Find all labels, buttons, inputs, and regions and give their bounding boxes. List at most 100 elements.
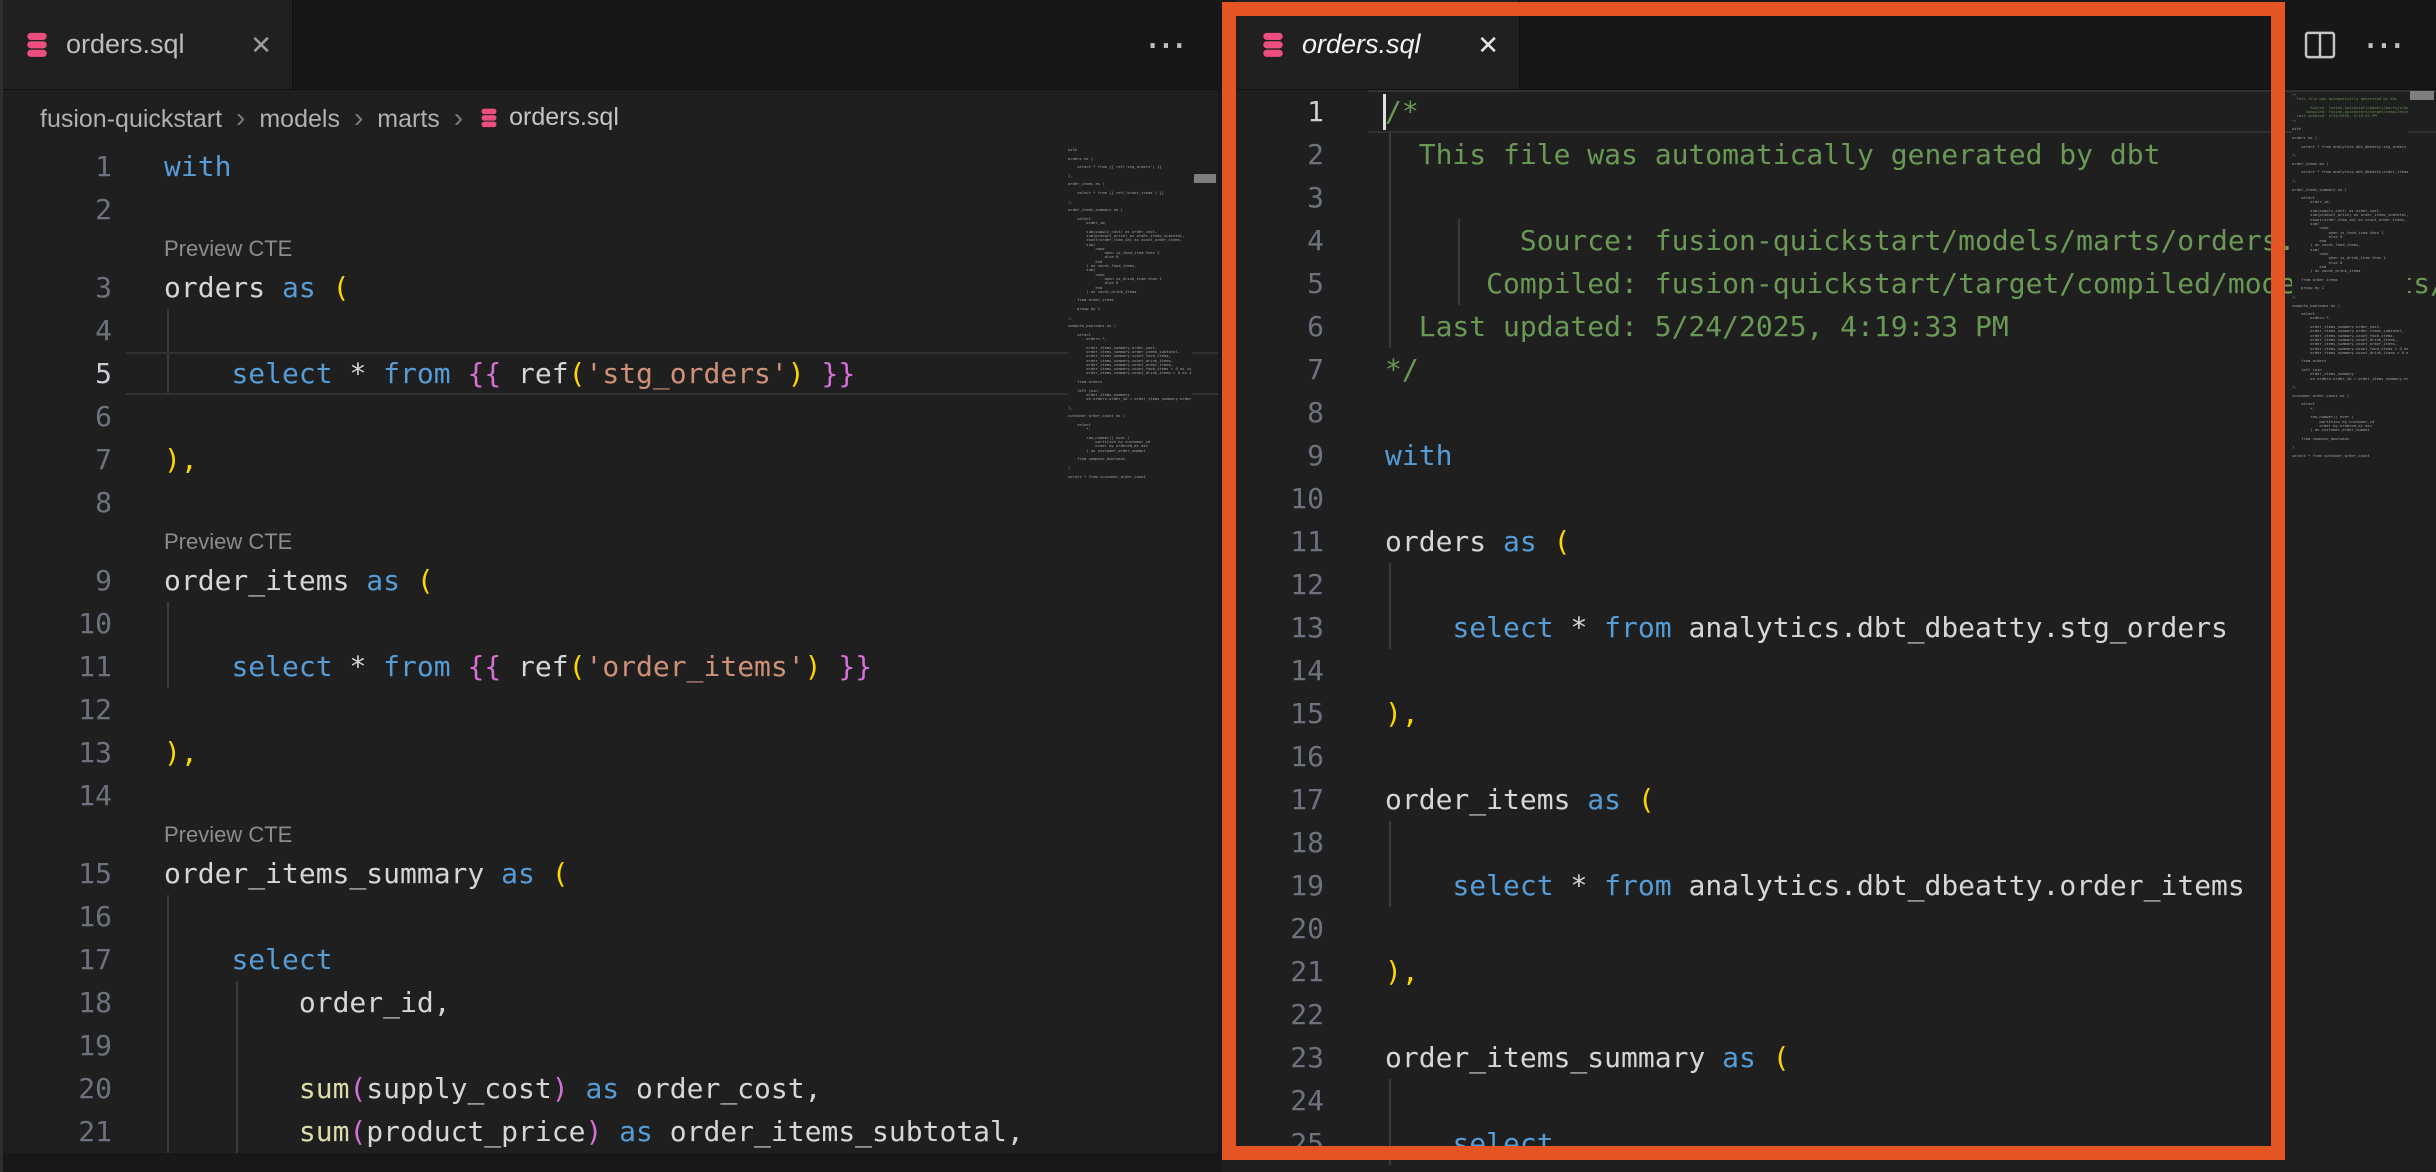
breadcrumb-item[interactable]: fusion-quickstart (40, 105, 222, 133)
code-line[interactable]: 15order_items_summary as ( (0, 852, 1218, 895)
line-number: 1 (0, 145, 112, 188)
tab-orders-sql-preview[interactable]: orders.sql ✕ (1236, 0, 1520, 89)
code-line[interactable]: 8 (0, 481, 1218, 524)
line-number: 11 (1222, 520, 1324, 563)
code-line[interactable]: 16 (0, 895, 1218, 938)
code-line[interactable]: 22 (1222, 993, 2436, 1036)
line-number: 18 (0, 981, 112, 1024)
code-line[interactable]: 1/* (1222, 90, 2436, 133)
code-line[interactable]: 2 (0, 188, 1218, 231)
code-line[interactable]: 19 select * from analytics.dbt_dbeatty.o… (1222, 864, 2436, 907)
code-line[interactable]: 11 select * from {{ ref('order_items') }… (0, 645, 1218, 688)
source-editor[interactable]: 1with2Preview CTE3orders as (45 select *… (0, 145, 1218, 1153)
breadcrumb-item[interactable]: models (259, 105, 340, 133)
code-line[interactable]: 20 (1222, 907, 2436, 950)
line-number: 12 (0, 688, 112, 731)
code-line[interactable]: 7), (0, 438, 1218, 481)
code-line[interactable]: 16 (1222, 735, 2436, 778)
code-line[interactable]: 14 (1222, 649, 2436, 692)
tab-orders-sql-source[interactable]: orders.sql ✕ (0, 0, 293, 89)
code-line[interactable]: 17 select (0, 938, 1218, 981)
breadcrumb-path[interactable]: fusion-quickstart›models›marts› (40, 102, 477, 134)
code-line[interactable]: 1 with (0, 145, 1218, 188)
code-line[interactable]: 3orders as ( (0, 266, 1218, 309)
breadcrumb-file[interactable]: orders.sql (509, 103, 619, 132)
line-number: 6 (0, 395, 112, 438)
line-number: 21 (1222, 950, 1324, 993)
code-text: order_items as ( (164, 559, 1218, 602)
code-line[interactable]: 23order_items_summary as ( (1222, 1036, 2436, 1079)
code-line[interactable]: 13), (0, 731, 1218, 774)
code-line[interactable]: 14 (0, 774, 1218, 817)
code-line[interactable]: 5 Compiled: fusion-quickstart/target/com… (1222, 262, 2436, 305)
code-line[interactable]: 25 select (1222, 1122, 2436, 1165)
line-number: 24 (1222, 1079, 1324, 1122)
code-line[interactable]: 12 (1222, 563, 2436, 606)
split-editor-icon[interactable] (2302, 27, 2338, 63)
line-number: 13 (1222, 606, 1324, 649)
code-text: sum(supply_cost) as order_cost, (164, 1067, 1218, 1110)
code-text: with (164, 145, 1218, 188)
overview-cursor-mark (2410, 91, 2434, 100)
code-line[interactable]: 18 (1222, 821, 2436, 864)
code-line[interactable]: 3 (1222, 176, 2436, 219)
code-text: */ (1385, 348, 2436, 391)
code-line[interactable]: 12 (0, 688, 1218, 731)
code-line[interactable]: 4 (0, 309, 1218, 352)
indent-guide (1458, 219, 1460, 262)
minimap[interactable]: /* This file was automatically generated… (2292, 93, 2408, 1172)
database-icon (24, 31, 50, 59)
editor-group-right: orders.sql ✕ ⋯ 1/*2 This file was automa… (1222, 0, 2436, 1172)
more-actions-icon[interactable]: ⋯ (2364, 25, 2406, 65)
code-line[interactable]: 5 select * from {{ ref('stg_orders') }} (0, 352, 1218, 395)
code-text: select * from analytics.dbt_dbeatty.orde… (1385, 864, 2436, 907)
code-line[interactable]: 6 Last updated: 5/24/2025, 4:19:33 PM (1222, 305, 2436, 348)
compiled-preview-editor[interactable]: 1/*2 This file was automatically generat… (1222, 90, 2436, 1172)
code-line[interactable]: 20 sum(supply_cost) as order_cost, (0, 1067, 1218, 1110)
code-line[interactable]: 17order_items as ( (1222, 778, 2436, 821)
indent-guide (167, 645, 169, 688)
code-text: /* (1385, 90, 2436, 133)
line-number: 20 (0, 1067, 112, 1110)
code-line[interactable]: 6 (0, 395, 1218, 438)
indent-guide (236, 1024, 238, 1067)
scrollbar[interactable] (2408, 90, 2436, 1172)
code-line[interactable]: 13 select * from analytics.dbt_dbeatty.s… (1222, 606, 2436, 649)
tab-bar-left: orders.sql ✕ ⋯ (0, 0, 1218, 90)
code-line[interactable]: 19 (0, 1024, 1218, 1067)
code-line[interactable]: 18 order_id, (0, 981, 1218, 1024)
code-line[interactable]: 10 (1222, 477, 2436, 520)
code-line[interactable]: 8 (1222, 391, 2436, 434)
tab-bar-spacer (293, 0, 1146, 89)
indent-guide (167, 309, 169, 352)
breadcrumb-item[interactable]: marts (377, 105, 440, 133)
close-tab-icon[interactable]: ✕ (250, 32, 272, 58)
indent-guide (167, 1067, 169, 1110)
code-line[interactable]: 15), (1222, 692, 2436, 735)
code-line[interactable]: 21), (1222, 950, 2436, 993)
indent-guide (236, 981, 238, 1024)
code-line[interactable]: 2 This file was automatically generated … (1222, 133, 2436, 176)
more-actions-icon[interactable]: ⋯ (1146, 25, 1188, 65)
line-number: 20 (1222, 907, 1324, 950)
code-line[interactable]: 4 Source: fusion-quickstart/models/marts… (1222, 219, 2436, 262)
codelens-preview-cte[interactable]: Preview CTE (0, 231, 1218, 266)
codelens-preview-cte[interactable]: Preview CTE (0, 524, 1218, 559)
line-number: 2 (1222, 133, 1324, 176)
code-line[interactable]: 21 sum(product_price) as order_items_sub… (0, 1110, 1218, 1153)
code-line[interactable]: 9with (1222, 434, 2436, 477)
minimap[interactable]: with orders as ( select * from {{ ref('s… (1068, 148, 1192, 1153)
code-text: orders as ( (1385, 520, 2436, 563)
code-line[interactable]: 7*/ (1222, 348, 2436, 391)
code-line[interactable]: 11 orders as ( (1222, 520, 2436, 563)
tab-bar-spacer (1520, 0, 2302, 89)
code-line[interactable]: 10 (0, 602, 1218, 645)
line-number: 21 (0, 1110, 112, 1153)
code-line[interactable]: 9order_items as ( (0, 559, 1218, 602)
scrollbar[interactable] (1192, 145, 1218, 1153)
editor-actions-left: ⋯ (1146, 0, 1218, 89)
close-tab-icon[interactable]: ✕ (1477, 32, 1499, 58)
codelens-preview-cte[interactable]: Preview CTE (0, 817, 1218, 852)
breadcrumb[interactable]: fusion-quickstart›models›marts› orders.s… (0, 90, 1218, 145)
code-line[interactable]: 24 (1222, 1079, 2436, 1122)
